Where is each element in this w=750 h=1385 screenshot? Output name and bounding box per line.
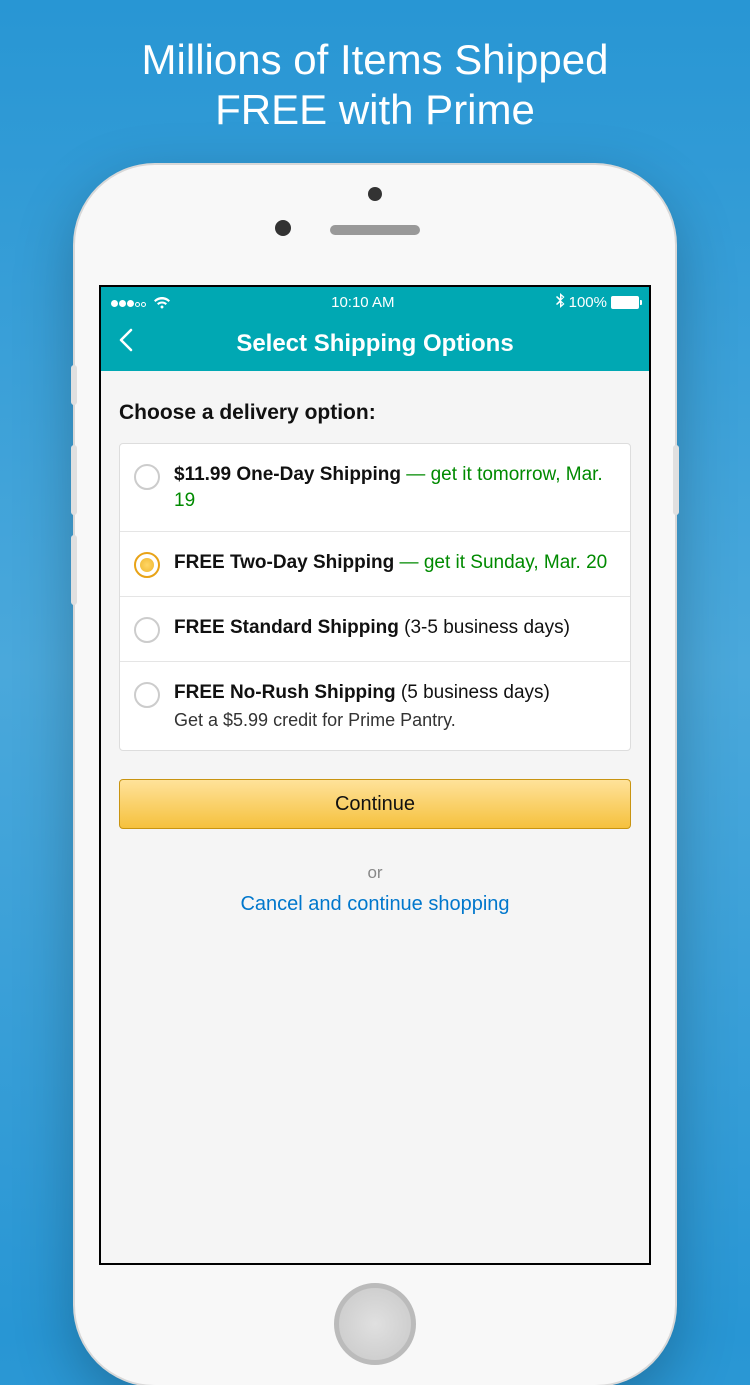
phone-camera xyxy=(275,220,291,236)
shipping-option[interactable]: FREE No-Rush Shipping (5 business days) G… xyxy=(120,662,630,750)
content-area: Choose a delivery option: $11.99 One-Day… xyxy=(101,371,649,946)
shipping-option[interactable]: $11.99 One-Day Shipping — get it tomorro… xyxy=(120,444,630,532)
shipping-option[interactable]: FREE Two-Day Shipping — get it Sunday, M… xyxy=(120,532,630,597)
phone-speaker xyxy=(330,225,420,235)
battery-icon xyxy=(611,296,639,309)
radio-icon[interactable] xyxy=(134,682,160,708)
option-title: FREE Two-Day Shipping xyxy=(174,552,394,573)
option-note: (5 business days) xyxy=(396,682,550,703)
wifi-icon xyxy=(153,296,171,309)
shipping-option[interactable]: FREE Standard Shipping (3-5 business day… xyxy=(120,597,630,662)
section-heading: Choose a delivery option: xyxy=(119,401,631,425)
option-dash: — xyxy=(394,552,424,573)
radio-icon[interactable] xyxy=(134,617,160,643)
phone-sensor xyxy=(368,187,382,201)
phone-frame: 10:10 AM 100% Select Shipping Options Ch… xyxy=(75,165,675,1385)
radio-icon[interactable] xyxy=(134,464,160,490)
page-title: Select Shipping Options xyxy=(101,330,649,358)
continue-button[interactable]: Continue xyxy=(119,779,631,829)
phone-screen: 10:10 AM 100% Select Shipping Options Ch… xyxy=(99,285,651,1265)
battery-pct: 100% xyxy=(569,294,607,311)
option-title: FREE No-Rush Shipping xyxy=(174,682,396,703)
option-title: FREE Standard Shipping xyxy=(174,617,399,638)
home-button[interactable] xyxy=(334,1283,416,1365)
option-highlight: get it Sunday, Mar. 20 xyxy=(424,552,607,573)
status-bar: 10:10 AM 100% xyxy=(101,287,649,317)
option-dash: — xyxy=(401,464,431,485)
status-time: 10:10 AM xyxy=(331,294,394,311)
option-text: FREE Two-Day Shipping — get it Sunday, M… xyxy=(174,550,607,576)
or-divider: or xyxy=(119,863,631,883)
radio-icon[interactable] xyxy=(134,552,160,578)
back-arrow-icon[interactable] xyxy=(113,326,141,362)
signal-dots-icon xyxy=(111,294,147,311)
option-text: FREE No-Rush Shipping (5 business days) G… xyxy=(174,680,550,732)
promo-headline: Millions of Items Shipped FREE with Prim… xyxy=(0,0,750,156)
option-title: $11.99 One-Day Shipping xyxy=(174,464,401,485)
bluetooth-icon xyxy=(555,293,565,312)
option-text: FREE Standard Shipping (3-5 business day… xyxy=(174,615,570,641)
shipping-options-list: $11.99 One-Day Shipping — get it tomorro… xyxy=(119,443,631,751)
promo-line2: FREE with Prime xyxy=(215,86,535,133)
option-note: (3-5 business days) xyxy=(399,617,570,638)
nav-bar: Select Shipping Options xyxy=(101,317,649,371)
promo-line1: Millions of Items Shipped xyxy=(142,36,609,83)
cancel-link[interactable]: Cancel and continue shopping xyxy=(119,893,631,916)
option-subtext: Get a $5.99 credit for Prime Pantry. xyxy=(174,708,550,732)
status-right: 100% xyxy=(555,293,639,312)
status-left xyxy=(111,294,171,311)
option-text: $11.99 One-Day Shipping — get it tomorro… xyxy=(174,462,616,513)
